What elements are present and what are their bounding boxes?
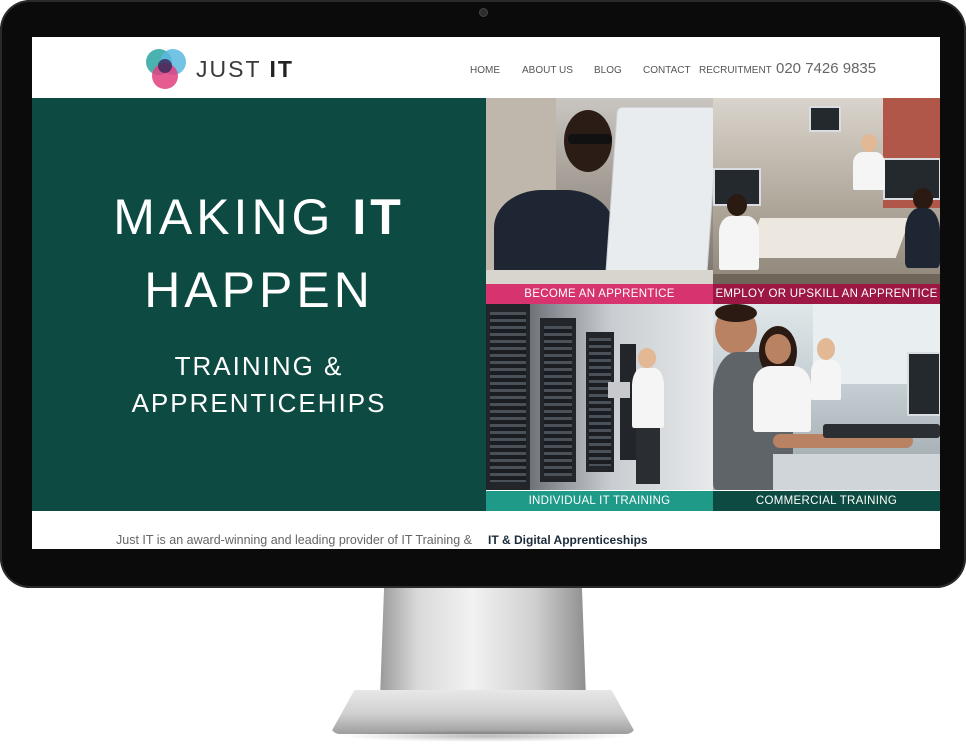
logo-text: JUST IT bbox=[196, 56, 294, 83]
tile-become-apprentice[interactable]: BECOME AN APPRENTICE bbox=[486, 98, 713, 304]
tile-label-individual-training: INDIVIDUAL IT TRAINING bbox=[486, 491, 713, 511]
nav-contact[interactable]: CONTACT bbox=[643, 65, 691, 76]
hero-title-it: IT bbox=[352, 189, 405, 245]
tile-label-employ-upskill: EMPLOY OR UPSKILL AN APPRENTICE bbox=[713, 284, 940, 304]
tile-label-commercial-training: COMMERCIAL TRAINING bbox=[713, 491, 940, 511]
monitor-stand-shadow bbox=[340, 730, 630, 742]
tile-commercial-training[interactable]: COMMERCIAL TRAINING bbox=[713, 304, 940, 511]
intro-heading: IT & Digital Apprenticeships bbox=[488, 533, 648, 547]
office-photo bbox=[713, 98, 940, 284]
tile-employ-upskill[interactable]: EMPLOY OR UPSKILL AN APPRENTICE bbox=[713, 98, 940, 304]
hero-title-line1: MAKING IT bbox=[32, 188, 486, 246]
apprentice-photo bbox=[486, 98, 713, 284]
hero-subtitle-line1: TRAINING & bbox=[174, 351, 344, 381]
nav-about-us[interactable]: ABOUT US bbox=[522, 65, 573, 76]
camera-icon bbox=[480, 9, 487, 16]
phone-number[interactable]: 020 7426 9835 bbox=[776, 60, 876, 77]
hero-title-line2: HAPPEN bbox=[144, 262, 374, 318]
site-header: JUST IT HOME ABOUT US BLOG CONTACT RECRU… bbox=[32, 37, 940, 98]
hero-title-making: MAKING bbox=[113, 189, 335, 245]
logo-text-light: JUST bbox=[196, 55, 262, 82]
monitor-stand-neck bbox=[380, 586, 586, 698]
hero-subtitle-line2: APPRENTICEHIPS bbox=[131, 388, 387, 418]
nav-recruitment[interactable]: RECRUITMENT bbox=[699, 65, 772, 76]
hero-banner: MAKING IT HAPPEN TRAINING & APPRENTICEHI… bbox=[32, 98, 486, 511]
monitor-stand-base bbox=[330, 690, 636, 734]
tile-individual-training[interactable]: INDIVIDUAL IT TRAINING bbox=[486, 304, 713, 511]
nav-home[interactable]: HOME bbox=[470, 65, 500, 76]
website-screen: JUST IT HOME ABOUT US BLOG CONTACT RECRU… bbox=[32, 37, 940, 549]
classroom-photo bbox=[713, 304, 940, 490]
nav-blog[interactable]: BLOG bbox=[594, 65, 622, 76]
logo-text-bold: IT bbox=[269, 55, 294, 82]
logo-mark-icon bbox=[144, 47, 188, 91]
logo[interactable]: JUST IT bbox=[144, 46, 294, 92]
server-room-photo bbox=[486, 304, 713, 490]
tile-label-become-apprentice: BECOME AN APPRENTICE bbox=[486, 284, 713, 304]
intro-text: Just IT is an award-winning and leading … bbox=[116, 533, 472, 547]
